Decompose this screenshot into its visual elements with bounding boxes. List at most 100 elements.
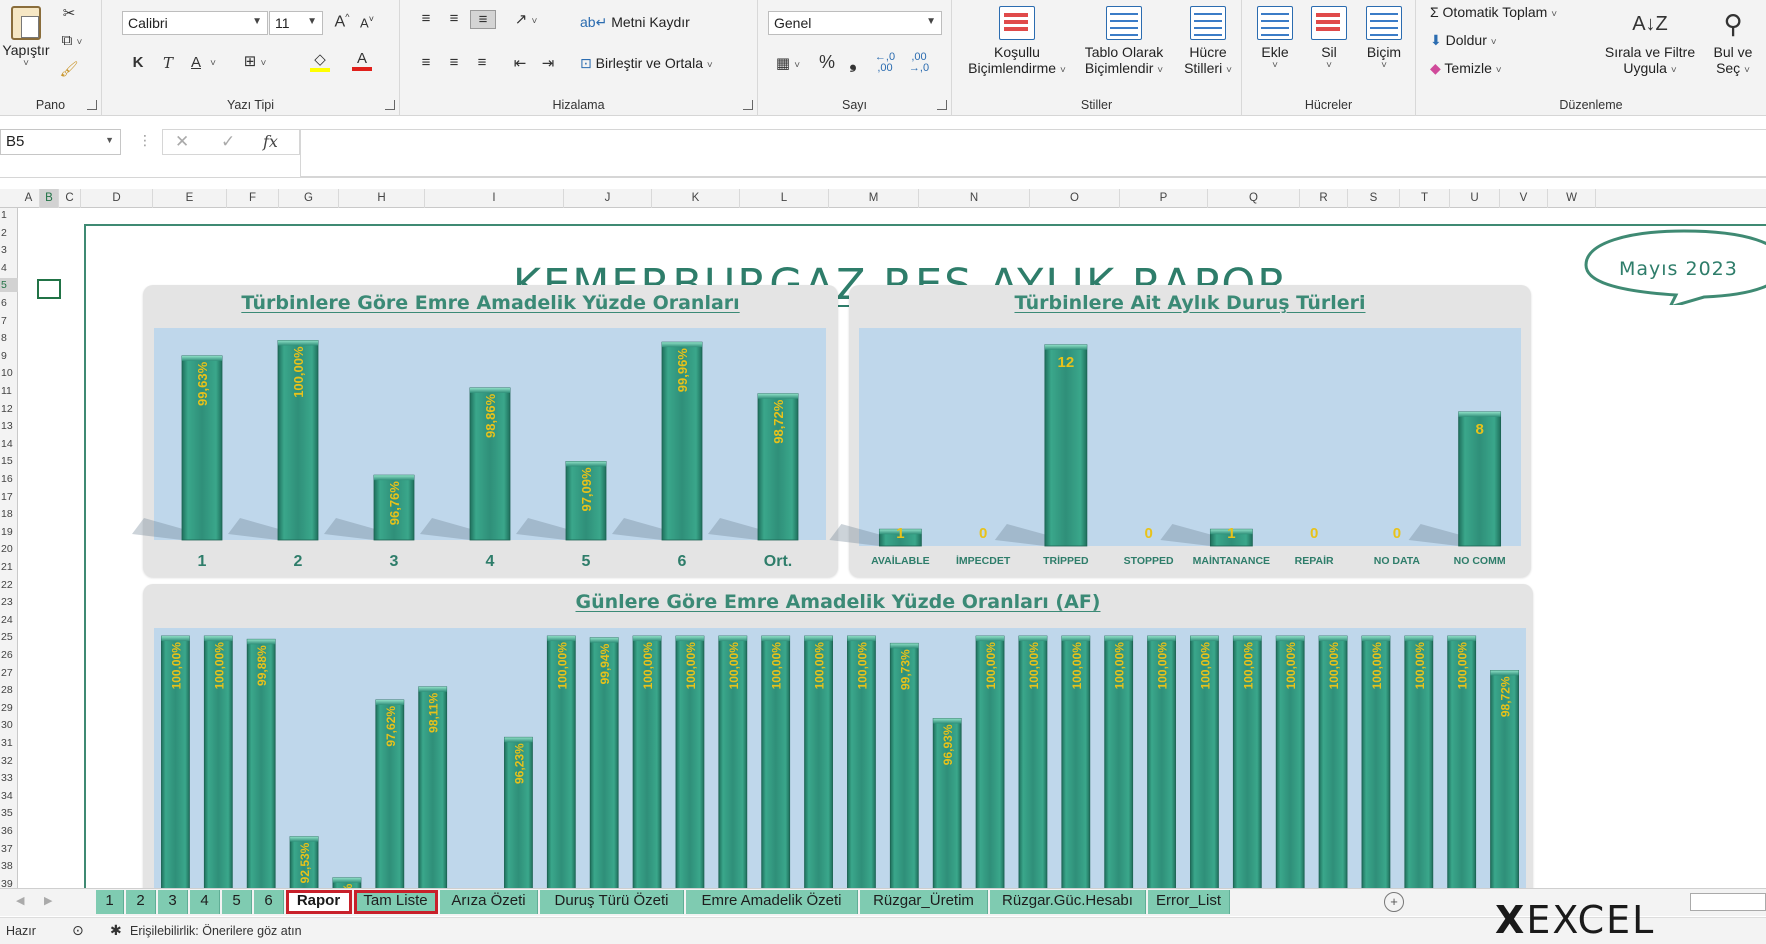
borders-icon[interactable]: ⊞ ˅	[238, 52, 272, 70]
column-header[interactable]: G	[279, 189, 339, 208]
sheet-tab[interactable]: Rüzgar_Üretim	[860, 890, 988, 914]
accounting-icon[interactable]: ▦ ˅	[770, 54, 806, 72]
orientation-icon[interactable]: ↗ ˅	[506, 10, 546, 28]
sheet-tab[interactable]: 2	[126, 890, 156, 914]
row-header[interactable]: 27	[0, 666, 18, 680]
column-header[interactable]: C	[59, 189, 81, 208]
number-format-combo[interactable]: Genel ▼	[768, 11, 942, 35]
sheet-tab[interactable]: 4	[190, 890, 220, 914]
column-header[interactable]: J	[564, 189, 652, 208]
row-header[interactable]: 19	[0, 525, 18, 539]
column-header[interactable]: F	[227, 189, 279, 208]
font-size-combo[interactable]: 11 ▼	[269, 11, 323, 35]
row-header[interactable]: 10	[0, 366, 18, 380]
font-color-icon[interactable]: A	[342, 50, 382, 71]
column-header[interactable]: Q	[1208, 189, 1300, 208]
fill-color-icon[interactable]: ◇	[300, 50, 340, 72]
column-header[interactable]: A	[18, 189, 40, 208]
sheet-tab[interactable]: 5	[222, 890, 252, 914]
row-header[interactable]: 28	[0, 683, 18, 697]
format-as-table-button[interactable]: Tablo Olarak Biçimlendir ˅	[1074, 6, 1174, 76]
row-header[interactable]: 5	[0, 278, 18, 293]
row-header[interactable]: 20	[0, 542, 18, 556]
row-header[interactable]: 3	[0, 243, 18, 257]
row-header[interactable]: 36	[0, 824, 18, 838]
row-header[interactable]: 33	[0, 771, 18, 785]
align-bottom-icon[interactable]: ≡	[470, 10, 496, 29]
paste-button[interactable]: Yapıştır ˅	[2, 6, 50, 69]
macro-record-icon[interactable]: ⊙	[72, 922, 84, 939]
increase-indent-icon[interactable]: ⇥	[536, 54, 560, 72]
column-header[interactable]: M	[829, 189, 919, 208]
column-header[interactable]: U	[1450, 189, 1500, 208]
row-header[interactable]: 15	[0, 454, 18, 468]
insert-function-icon[interactable]: fx	[263, 132, 278, 151]
row-header[interactable]: 4	[0, 261, 18, 275]
font-name-combo[interactable]: Calibri ▼	[122, 11, 268, 35]
new-sheet-icon[interactable]: +	[1384, 892, 1404, 912]
column-header[interactable]: S	[1348, 189, 1400, 208]
find-select-button[interactable]: ⚲ Bul ve Seç ˅	[1704, 4, 1762, 76]
insert-cells-button[interactable]: Ekle ˅	[1248, 6, 1302, 71]
sheet-tab[interactable]: Tam Liste	[354, 890, 438, 914]
sheet-tab[interactable]: 3	[158, 890, 188, 914]
decrease-decimal-icon[interactable]: ,00 →,0	[904, 52, 934, 74]
alignment-launcher-icon[interactable]	[743, 100, 753, 110]
clear-button[interactable]: ◆ Temizle ˅	[1430, 60, 1502, 77]
row-header[interactable]: 23	[0, 595, 18, 609]
column-header[interactable]: V	[1500, 189, 1548, 208]
sheet-area[interactable]: KEMERBURGAZ RES AYLIK RAPOR Mayıs 2023 T…	[19, 208, 1766, 888]
row-header[interactable]: 7	[0, 314, 18, 328]
row-header[interactable]: 9	[0, 349, 18, 363]
cancel-icon[interactable]: ✕	[175, 132, 189, 152]
row-header[interactable]: 30	[0, 718, 18, 732]
sheet-tab[interactable]: 1	[96, 890, 124, 914]
italic-button[interactable]: T	[158, 54, 178, 72]
align-top-icon[interactable]: ≡	[414, 10, 438, 27]
row-header[interactable]: 12	[0, 402, 18, 416]
shrink-font-icon[interactable]: A˅	[356, 14, 378, 30]
row-header[interactable]: 29	[0, 701, 18, 715]
row-header[interactable]: 17	[0, 490, 18, 504]
align-center-icon[interactable]: ≡	[442, 54, 466, 71]
wrap-text-button[interactable]: ab↵ Metni Kaydır	[580, 14, 690, 31]
column-header[interactable]: W	[1548, 189, 1596, 208]
row-header[interactable]: 13	[0, 419, 18, 433]
sheet-tab[interactable]: Rapor	[286, 890, 352, 914]
conditional-formatting-button[interactable]: Koşullu Biçimlendirme ˅	[962, 6, 1072, 76]
enter-icon[interactable]: ✓	[221, 132, 235, 152]
column-header[interactable]: H	[339, 189, 425, 208]
row-header[interactable]: 34	[0, 789, 18, 803]
number-launcher-icon[interactable]	[937, 100, 947, 110]
row-header[interactable]: 6	[0, 296, 18, 310]
row-header[interactable]: 16	[0, 472, 18, 486]
row-header[interactable]: 38	[0, 859, 18, 873]
percent-button[interactable]: %	[816, 52, 838, 73]
sheet-tab[interactable]: Rüzgar.Güc.Hesabı	[990, 890, 1146, 914]
font-launcher-icon[interactable]	[385, 100, 395, 110]
delete-cells-button[interactable]: Sil ˅	[1304, 6, 1354, 71]
row-header[interactable]: 26	[0, 648, 18, 662]
column-header[interactable]: N	[919, 189, 1030, 208]
comma-button[interactable]: ❟	[844, 52, 862, 73]
format-cells-button[interactable]: Biçim ˅	[1356, 6, 1412, 71]
row-header[interactable]: 24	[0, 613, 18, 627]
row-header[interactable]: 11	[0, 384, 18, 398]
row-header[interactable]: 22	[0, 578, 18, 592]
row-header[interactable]: 35	[0, 806, 18, 820]
scroll-right-icon[interactable]: ▶	[44, 894, 52, 907]
clipboard-launcher-icon[interactable]	[87, 100, 97, 110]
align-right-icon[interactable]: ≡	[470, 54, 494, 71]
column-header[interactable]: D	[81, 189, 153, 208]
sheet-tab[interactable]: Duruş Türü Özeti	[540, 890, 684, 914]
column-header[interactable]: B	[40, 189, 59, 208]
bold-button[interactable]: K	[128, 54, 148, 71]
row-header[interactable]: 2	[0, 226, 18, 240]
decrease-indent-icon[interactable]: ⇤	[508, 54, 532, 72]
row-header[interactable]: 14	[0, 437, 18, 451]
increase-decimal-icon[interactable]: ←,0,00	[870, 52, 900, 74]
name-box[interactable]: B5 ▼	[0, 129, 121, 155]
cell-styles-button[interactable]: Hücre Stilleri ˅	[1178, 6, 1238, 76]
scroll-left-icon[interactable]: ◀	[16, 894, 24, 907]
sheet-tab[interactable]: Arıza Özeti	[440, 890, 538, 914]
